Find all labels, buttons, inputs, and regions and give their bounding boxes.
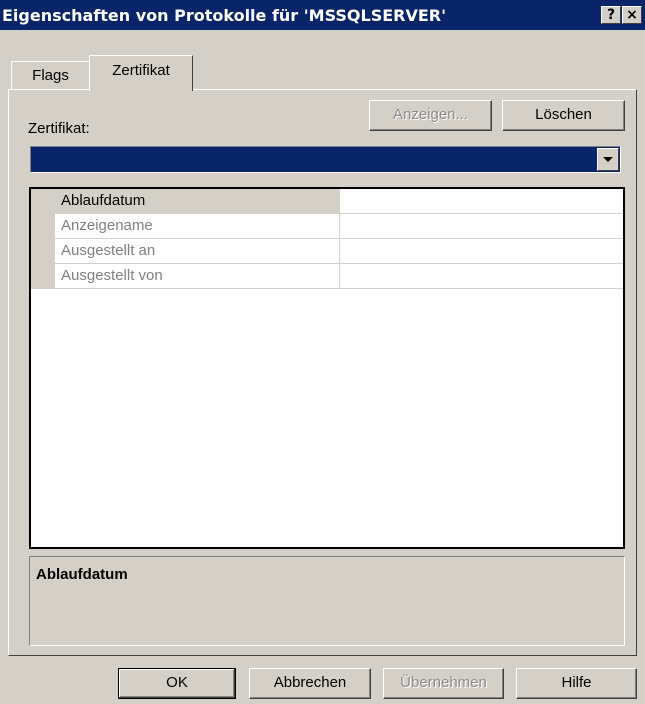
property-row[interactable]: Ablaufdatum <box>31 189 623 214</box>
description-title: Ablaufdatum <box>36 566 128 583</box>
ok-button[interactable]: OK <box>118 668 236 699</box>
property-name: Ausgestellt von <box>55 264 340 289</box>
row-gutter <box>31 214 55 239</box>
property-value[interactable] <box>340 264 623 289</box>
certificate-select[interactable] <box>30 146 621 173</box>
property-value[interactable] <box>340 189 623 214</box>
close-icon[interactable]: × <box>622 6 642 24</box>
property-name: Anzeigename <box>55 214 340 239</box>
property-row[interactable]: Ausgestellt an <box>31 239 623 264</box>
tab-flags[interactable]: Flags <box>11 61 90 89</box>
property-value[interactable] <box>340 214 623 239</box>
delete-button[interactable]: Löschen <box>502 100 625 131</box>
chevron-down-icon[interactable] <box>597 148 619 171</box>
properties-dialog: Eigenschaften von Protokolle für 'MSSQLS… <box>0 0 645 704</box>
property-name: Ausgestellt an <box>55 239 340 264</box>
property-name: Ablaufdatum <box>55 189 340 214</box>
property-row[interactable]: Ausgestellt von <box>31 264 623 289</box>
property-grid[interactable]: Ablaufdatum Anzeigename Ausgestellt an A… <box>29 187 625 549</box>
property-row[interactable]: Anzeigename <box>31 214 623 239</box>
apply-button[interactable]: Übernehmen <box>383 668 504 699</box>
row-gutter <box>31 189 55 214</box>
description-panel: Ablaufdatum <box>29 556 625 646</box>
title-bar[interactable]: Eigenschaften von Protokolle für 'MSSQLS… <box>0 0 645 30</box>
row-gutter <box>31 239 55 264</box>
window-title: Eigenschaften von Protokolle für 'MSSQLS… <box>2 6 447 25</box>
help-icon[interactable]: ? <box>601 6 621 24</box>
property-value[interactable] <box>340 239 623 264</box>
view-button[interactable]: Anzeigen... <box>369 100 492 131</box>
row-gutter <box>31 264 55 289</box>
certificate-label: Zertifikat: <box>28 120 90 137</box>
help-button[interactable]: Hilfe <box>516 668 637 699</box>
cancel-button[interactable]: Abbrechen <box>249 668 371 699</box>
tab-zertifikat[interactable]: Zertifikat <box>89 55 193 91</box>
